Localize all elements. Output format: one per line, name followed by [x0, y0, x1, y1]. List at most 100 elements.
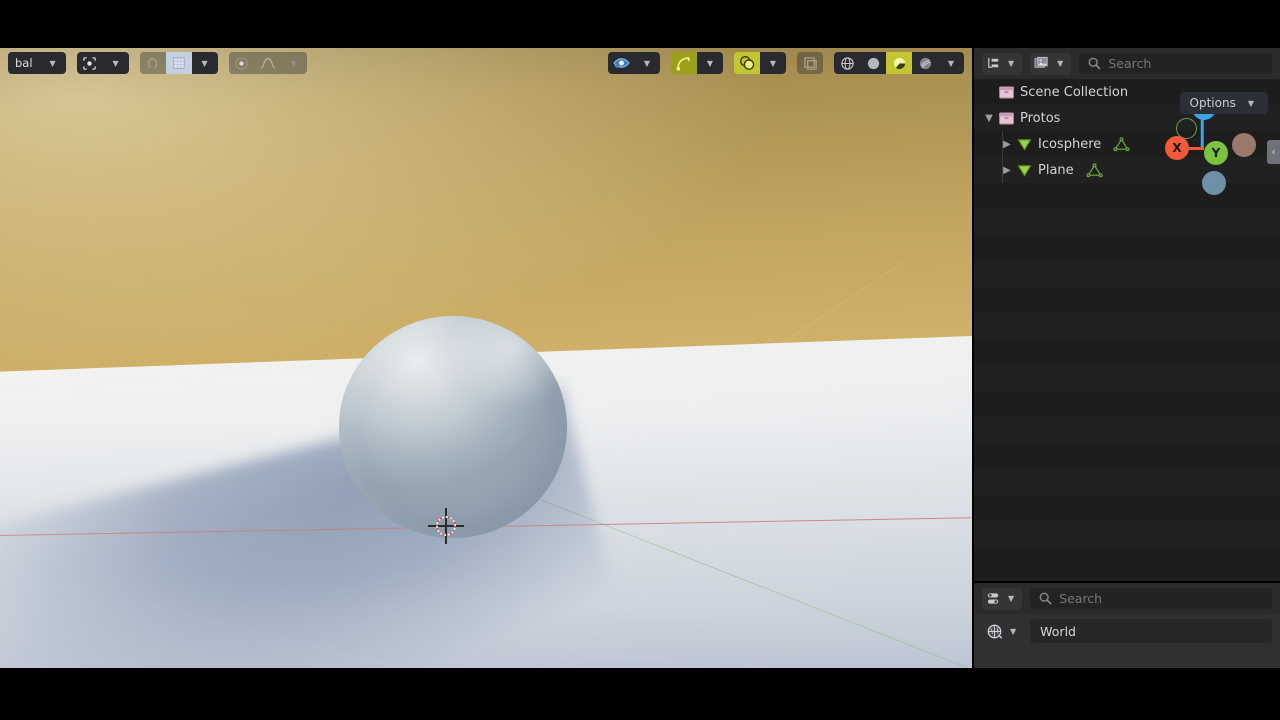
gizmo-x-label: X — [1172, 141, 1182, 155]
chevron-down-icon[interactable]: ▼ — [634, 52, 660, 74]
collection-icon — [999, 111, 1014, 125]
chevron-down-icon: ▼ — [1010, 626, 1017, 636]
outliner-empty-row — [974, 209, 1280, 235]
gizmo-axis-ball-y[interactable]: Y — [1204, 141, 1228, 165]
editor-type-dropdown[interactable]: ▼ — [982, 587, 1023, 610]
show-gizmos-toggle[interactable]: ▼ — [671, 52, 723, 74]
chevron-down-icon: ▼ — [1057, 59, 1064, 68]
mesh-data-icon — [1086, 162, 1103, 177]
viewport-options-button[interactable]: Options ▼ — [1179, 92, 1268, 114]
overlays-icon[interactable] — [734, 52, 760, 74]
outliner-label: Icosphere — [1038, 136, 1102, 152]
mesh-object-icon — [1017, 164, 1032, 177]
icosphere-highlight — [339, 316, 567, 538]
properties-editor[interactable]: ▼ Search ▼ World — [974, 583, 1280, 668]
show-overlays-toggle[interactable]: ▼ — [734, 52, 786, 74]
chevron-down-icon[interactable]: ▼ — [39, 52, 66, 74]
outliner-empty-row — [974, 313, 1280, 339]
chevron-down-icon[interactable]: ▼ — [938, 52, 964, 74]
gizmo-axis-ball-z-negative[interactable] — [1202, 171, 1226, 195]
outliner-empty-area[interactable] — [974, 183, 1280, 573]
proportional-falloff-icon[interactable] — [254, 52, 281, 74]
outliner-label: Scene Collection — [1020, 84, 1129, 100]
chevron-down-icon[interactable]: ▼ — [280, 52, 307, 74]
search-icon — [1088, 57, 1101, 70]
pivot-point-icon[interactable] — [76, 52, 103, 74]
chevron-down-icon[interactable]: ▼ — [760, 52, 786, 74]
gizmo-axis-ball-x-negative[interactable] — [1232, 133, 1256, 157]
options-label: Options — [1189, 96, 1236, 110]
toggle-xray[interactable] — [797, 52, 823, 74]
outliner-icon — [988, 57, 999, 68]
cursor-ring-white — [436, 516, 456, 536]
viewport-shading-group[interactable]: ▼ — [834, 52, 964, 74]
letterbox-bottom — [0, 668, 1280, 720]
outliner-empty-row — [974, 469, 1280, 495]
shading-rendered-icon[interactable] — [912, 52, 938, 74]
chevron-down-icon[interactable]: ▼ — [102, 52, 129, 74]
outliner-header: ▼ ▼ Search — [974, 48, 1280, 79]
indent-guide — [1002, 131, 1003, 157]
outliner-empty-row — [974, 391, 1280, 417]
properties-search-placeholder: Search — [1059, 591, 1103, 606]
twisty-collapsed-icon[interactable]: ▶ — [998, 165, 1016, 176]
outliner-display-mode-dropdown[interactable]: ▼ — [982, 52, 1023, 75]
outliner-empty-row — [974, 495, 1280, 521]
xray-icon[interactable] — [797, 52, 823, 74]
outliner-empty-row — [974, 339, 1280, 365]
transform-orientation-label[interactable]: bal — [8, 52, 40, 74]
world-name-field[interactable]: World — [1030, 619, 1272, 643]
outliner-empty-row — [974, 287, 1280, 313]
outliner-empty-row — [974, 417, 1280, 443]
outliner-empty-row — [974, 365, 1280, 391]
transform-orientation-dropdown[interactable]: bal ▼ — [8, 52, 66, 74]
twisty-collapsed-icon[interactable]: ▶ — [998, 139, 1016, 150]
outliner-label: Protos — [1020, 110, 1061, 126]
viewport-header: bal ▼ ▼ ▼ ▼ ▼ ▼ ▼ ▼ — [0, 48, 972, 78]
outliner-empty-row — [974, 443, 1280, 469]
properties-breadcrumb: ▼ World — [974, 618, 1280, 644]
outliner-search-placeholder: Search — [1108, 56, 1152, 71]
images-icon — [1034, 56, 1048, 68]
outliner-filter-dropdown[interactable]: ▼ — [1030, 52, 1072, 75]
snapping-group[interactable]: ▼ — [139, 52, 218, 74]
chevron-down-icon: ▼ — [1008, 59, 1015, 68]
shading-solid-icon[interactable] — [860, 52, 886, 74]
3d-cursor[interactable] — [428, 508, 464, 544]
chevron-down-icon[interactable]: ▼ — [191, 52, 218, 74]
twisty-expanded-icon[interactable]: ▼ — [980, 113, 998, 124]
outliner-empty-row — [974, 547, 1280, 573]
transform-pivot-point[interactable]: ▼ — [76, 52, 129, 74]
object-visibility-dropdown[interactable]: ▼ — [608, 52, 660, 74]
snap-to-grid-icon[interactable] — [165, 52, 192, 74]
shading-material-preview-icon[interactable] — [886, 52, 912, 74]
world-properties-tab[interactable]: ▼ — [982, 620, 1024, 642]
outliner-empty-row — [974, 521, 1280, 547]
properties-search-input[interactable]: Search — [1030, 588, 1272, 609]
chevron-down-icon: ▼ — [1008, 594, 1015, 603]
properties-header: ▼ Search — [974, 583, 1280, 614]
outliner-empty-row — [974, 235, 1280, 261]
letterbox-top — [0, 0, 1280, 48]
gizmo-y-label: Y — [1211, 146, 1221, 160]
collection-icon — [999, 85, 1014, 99]
world-name-label: World — [1040, 623, 1076, 639]
shading-wireframe-icon[interactable] — [834, 52, 860, 74]
gizmo-axis-ball-x[interactable]: X — [1165, 136, 1189, 160]
properties-editor-icon — [987, 593, 999, 604]
proportional-editing-group[interactable]: ▼ — [228, 52, 307, 74]
proportional-editing-icon[interactable] — [228, 52, 255, 74]
snap-magnet-icon[interactable] — [139, 52, 166, 74]
gizmo-axis-line-z — [1200, 117, 1204, 148]
outliner-search-input[interactable]: Search — [1079, 53, 1272, 74]
mesh-object-icon — [1017, 138, 1032, 151]
sidebar-toggle-arrow[interactable]: ‹ — [1267, 140, 1280, 164]
outliner-label: Plane — [1038, 162, 1074, 178]
visibility-eye-icon[interactable] — [608, 52, 634, 74]
gizmo-icon[interactable] — [671, 52, 697, 74]
chevron-down-icon: ▼ — [1247, 98, 1254, 108]
outliner-empty-row — [974, 261, 1280, 287]
mesh-data-icon — [1113, 136, 1130, 151]
chevron-down-icon[interactable]: ▼ — [697, 52, 723, 74]
3d-viewport[interactable] — [0, 48, 972, 668]
